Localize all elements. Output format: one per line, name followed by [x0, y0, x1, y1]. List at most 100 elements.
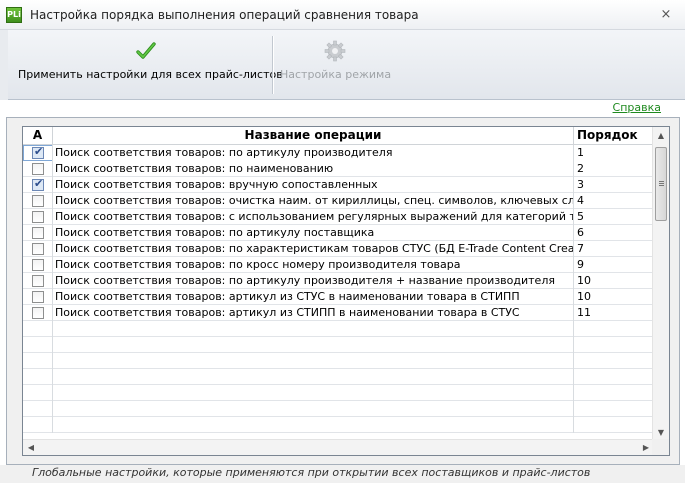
vertical-scroll-thumb[interactable] [655, 147, 667, 221]
active-cell [23, 273, 53, 289]
operation-name-cell: Поиск соответствия товаров: артикул из С… [53, 289, 574, 305]
toolbar: Применить настройки для всех прайс-листо… [8, 30, 685, 100]
active-cell [23, 385, 53, 401]
operation-name-cell: Поиск соответствия товаров: очистка наим… [55, 193, 574, 209]
table-row[interactable]: ✔ Поиск соответствия товаров: по артикулу… [23, 145, 654, 161]
table-row[interactable]: Поиск соответствия товаров: очистка наим… [23, 193, 654, 209]
order-cell: 3 [577, 178, 584, 191]
apply-all-pricelists-button[interactable]: Применить настройки для всех прайс-листо… [18, 30, 283, 100]
active-cell [23, 321, 53, 337]
active-cell [23, 417, 53, 433]
order-cell: 4 [577, 194, 584, 207]
empty-table-row [23, 337, 654, 353]
operations-grid: A Название операции Порядок ✔ Поиск соотв… [22, 126, 670, 456]
close-button[interactable]: × [659, 8, 673, 22]
title-bar: PLi Настройка порядка выполнения операци… [0, 0, 685, 30]
active-checkbox[interactable]: ✔ [32, 177, 44, 191]
order-cell: 11 [577, 306, 591, 319]
operation-name-cell [53, 321, 574, 337]
operation-name-cell: Поиск соответствия товаров: по кросс ном… [53, 257, 574, 273]
help-row: Справка [0, 100, 685, 116]
active-cell: ✔ [23, 145, 53, 161]
operation-name-cell: Поиск соответствия товаров: артикул из С… [53, 305, 574, 321]
active-checkbox[interactable] [32, 227, 44, 239]
checkmark-icon: ✔ [34, 177, 44, 190]
toolbar-separator [272, 36, 273, 94]
active-cell [23, 209, 53, 225]
active-cell [23, 161, 53, 177]
active-cell [23, 369, 53, 385]
order-cell [574, 321, 654, 337]
active-cell [23, 401, 53, 417]
order-cell [574, 385, 654, 401]
scroll-up-arrow-icon[interactable]: ▲ [653, 127, 669, 144]
active-cell [23, 193, 53, 209]
mode-settings-button[interactable]: Настройка режима [280, 30, 391, 100]
operation-name-cell [53, 385, 574, 401]
active-cell [23, 353, 53, 369]
operation-name-cell [53, 401, 574, 417]
table-row[interactable]: Поиск соответствия товаров: по характери… [23, 241, 654, 257]
checkmark-icon [135, 40, 157, 62]
active-checkbox[interactable] [32, 211, 44, 223]
operation-name-cell: Поиск соответствия товаров: по наименова… [53, 161, 574, 177]
operation-name-cell: Поиск соответствия товаров: по характери… [55, 241, 574, 257]
active-checkbox[interactable] [32, 307, 44, 319]
column-header-active[interactable]: A [23, 127, 53, 145]
column-header-order[interactable]: Порядок [574, 127, 654, 145]
order-cell: 2 [577, 162, 584, 175]
table-row[interactable]: Поиск соответствия товаров: артикул из С… [23, 305, 654, 321]
empty-table-row [23, 369, 654, 385]
operation-name-cell [53, 337, 574, 353]
active-checkbox[interactable] [32, 291, 44, 303]
order-cell [574, 337, 654, 353]
toolbar-edge [0, 30, 8, 100]
active-cell [23, 225, 53, 241]
empty-table-row [23, 321, 654, 337]
order-cell [574, 401, 654, 417]
app-logo-icon: PLi [6, 7, 22, 23]
active-cell [23, 305, 53, 321]
help-link[interactable]: Справка [613, 101, 661, 114]
operation-name-cell: Поиск соответствия товаров: вручную сопо… [53, 177, 574, 193]
gear-icon [324, 40, 346, 62]
table-row[interactable]: Поиск соответствия товаров: по наименова… [23, 161, 654, 177]
order-cell [574, 417, 654, 433]
active-checkbox[interactable]: ✔ [32, 145, 44, 159]
operation-name-cell: Поиск соответствия товаров: по артикулу … [53, 273, 574, 289]
checkmark-icon: ✔ [34, 145, 44, 158]
apply-all-pricelists-label: Применить настройки для всех прайс-листо… [18, 68, 283, 81]
grid-header: A Название операции Порядок [23, 127, 654, 145]
operation-name-cell: Поиск соответствия товаров: по артикулу … [53, 145, 574, 161]
table-row[interactable]: ✔ Поиск соответствия товаров: вручную соп… [23, 177, 654, 193]
table-row[interactable]: Поиск соответствия товаров: артикул из С… [23, 289, 654, 305]
order-cell: 5 [577, 210, 584, 223]
scrollbar-corner [652, 439, 669, 455]
grid-rows: ✔ Поиск соответствия товаров: по артикулу… [23, 145, 654, 441]
horizontal-scrollbar[interactable]: ◀ ▶ [23, 439, 654, 455]
active-checkbox[interactable] [32, 243, 44, 255]
vertical-scrollbar[interactable]: ▲ ▼ [652, 127, 669, 441]
active-checkbox[interactable] [32, 195, 44, 207]
operation-name-cell [53, 369, 574, 385]
empty-table-row [23, 385, 654, 401]
table-row[interactable]: Поиск соответствия товаров: по артикулу … [23, 273, 654, 289]
empty-table-row [23, 353, 654, 369]
order-cell: 10 [577, 274, 591, 287]
column-header-operation-name[interactable]: Название операции [53, 127, 574, 145]
active-checkbox[interactable] [32, 163, 44, 175]
scroll-left-arrow-icon[interactable]: ◀ [23, 440, 39, 455]
table-row[interactable]: Поиск соответствия товаров: по артикулу … [23, 225, 654, 241]
table-row[interactable]: Поиск соответствия товаров: по кросс ном… [23, 257, 654, 273]
active-checkbox[interactable] [32, 259, 44, 271]
active-cell: ✔ [23, 177, 53, 193]
order-cell: 1 [574, 145, 654, 161]
order-cell [574, 353, 654, 369]
status-text: Глобальные настройки, которые применяютс… [32, 466, 591, 479]
table-row[interactable]: Поиск соответствия товаров: с использова… [23, 209, 654, 225]
empty-table-row [23, 417, 654, 433]
order-cell: 7 [577, 242, 584, 255]
window-title: Настройка порядка выполнения операций ср… [30, 8, 419, 22]
operation-name-cell [53, 353, 574, 369]
active-checkbox[interactable] [32, 275, 44, 287]
